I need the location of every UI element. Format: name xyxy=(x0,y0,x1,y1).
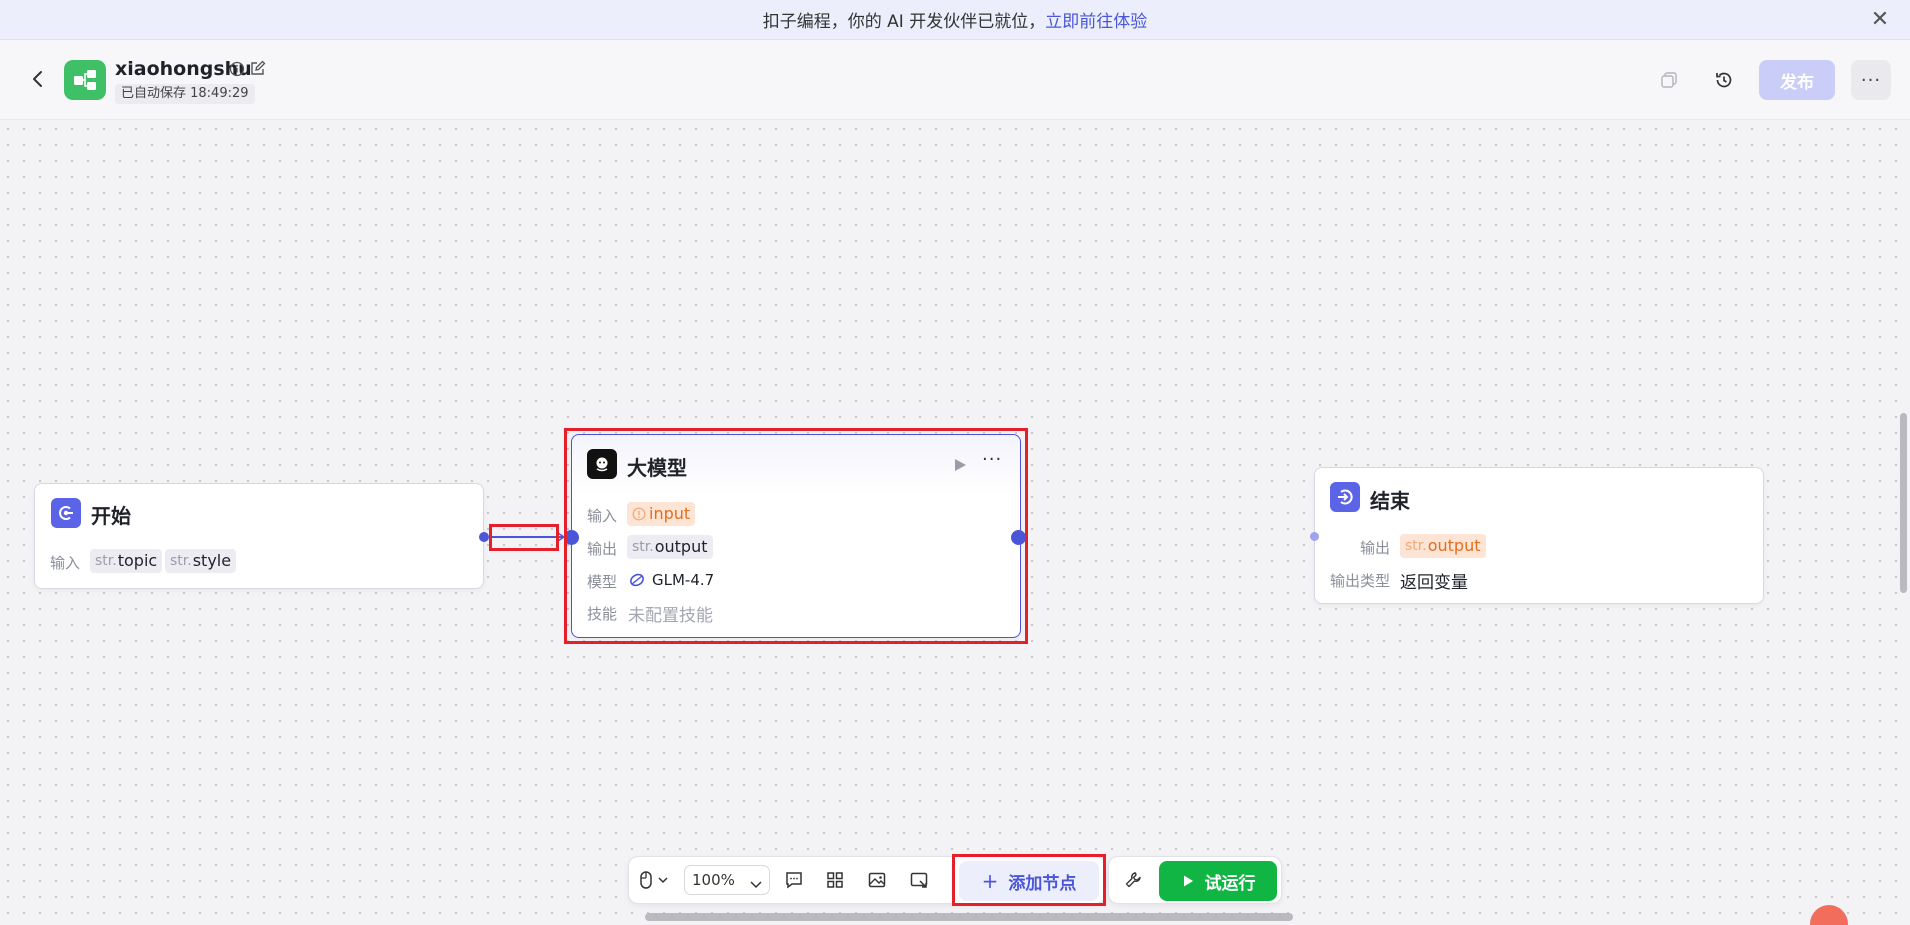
llm-input-handle[interactable] xyxy=(564,530,579,545)
end-input-handle[interactable] xyxy=(1310,532,1319,541)
param-prefix: str. xyxy=(95,553,117,569)
end-output-type-label: 输出类型 xyxy=(1330,572,1391,590)
autosave-status: 已自动保存 18:49:29 xyxy=(115,84,255,104)
llm-model-label: 模型 xyxy=(587,573,618,591)
node-start[interactable]: 开始 输入 str. topic str. style xyxy=(34,483,484,589)
add-node-button[interactable]: + 添加节点 xyxy=(959,861,1099,901)
llm-node-icon xyxy=(587,449,617,479)
add-node-label: 添加节点 xyxy=(1008,873,1077,894)
run-node-icon[interactable] xyxy=(952,457,968,473)
llm-skill-value: 未配置技能 xyxy=(628,606,713,626)
llm-output-handle[interactable] xyxy=(1011,530,1026,545)
glm-model-icon xyxy=(629,572,645,588)
end-node-icon xyxy=(1330,482,1360,512)
zoom-value: 100% xyxy=(692,871,735,889)
comment-icon[interactable] xyxy=(782,868,806,892)
param-prefix: str. xyxy=(170,553,192,569)
mouse-mode-icon[interactable] xyxy=(637,868,673,892)
info-icon[interactable] xyxy=(229,61,245,77)
llm-skill-label: 技能 xyxy=(587,605,618,623)
close-icon[interactable]: ✕ xyxy=(1868,8,1892,32)
vertical-scrollbar[interactable] xyxy=(1900,413,1907,593)
copy-icon[interactable] xyxy=(1654,65,1684,95)
more-menu-icon[interactable]: ··· xyxy=(1851,60,1891,100)
bottom-toolbar: 100% + 添加节点 试运行 xyxy=(628,854,1282,906)
chevron-down-icon xyxy=(749,872,763,900)
start-input-label: 输入 xyxy=(50,554,81,572)
image-icon[interactable] xyxy=(865,868,889,892)
plus-icon: + xyxy=(981,869,999,893)
start-node-title: 开始 xyxy=(91,504,131,528)
zoom-select[interactable]: 100% xyxy=(684,865,770,895)
publish-button[interactable]: 发布 xyxy=(1759,60,1835,100)
param-name: style xyxy=(192,551,232,570)
output-prefix: str. xyxy=(1405,538,1427,554)
start-node-icon xyxy=(51,498,81,528)
play-icon xyxy=(1183,875,1193,887)
minimap-icon[interactable] xyxy=(907,868,931,892)
end-output-value: output xyxy=(1427,536,1481,555)
connection-edge[interactable] xyxy=(488,526,568,548)
announcement-bar: 扣子编程，你的 AI 开发伙伴已就位， 立即前往体验 ✕ xyxy=(0,0,1910,40)
app-icon xyxy=(64,60,106,100)
llm-input-label: 输入 xyxy=(587,507,618,525)
llm-output-label: 输出 xyxy=(587,540,618,558)
end-output-type-value: 返回变量 xyxy=(1400,573,1468,593)
horizontal-scrollbar[interactable] xyxy=(645,913,1293,921)
llm-model-value: GLM-4.7 xyxy=(652,571,715,589)
try-run-button[interactable]: 试运行 xyxy=(1159,861,1277,901)
warning-icon xyxy=(632,507,646,521)
param-name: topic xyxy=(117,551,158,570)
node-end[interactable]: 结束 输出 str. output 输出类型 返回变量 xyxy=(1314,467,1764,604)
llm-input-value: input xyxy=(649,504,691,523)
node-llm[interactable]: 大模型 ··· 输入 input 输出 str. output 模型 GLM-4.… xyxy=(571,434,1021,638)
llm-output-value: output xyxy=(654,537,708,556)
end-output-tag: str. output xyxy=(1400,534,1486,558)
try-run-label: 试运行 xyxy=(1204,873,1256,894)
run-panel: 试运行 xyxy=(1108,856,1282,904)
history-icon[interactable] xyxy=(1709,65,1739,95)
layout-grid-icon[interactable] xyxy=(823,868,847,892)
param-tag-topic: str. topic xyxy=(90,549,163,573)
back-icon[interactable] xyxy=(26,67,50,91)
announcement-link[interactable]: 立即前往体验 xyxy=(1045,7,1147,32)
end-output-label: 输出 xyxy=(1360,539,1391,557)
wrench-icon[interactable] xyxy=(1121,868,1145,892)
node-more-icon[interactable]: ··· xyxy=(982,449,1006,473)
announcement-text: 扣子编程，你的 AI 开发伙伴已就位， xyxy=(762,12,1046,32)
output-prefix: str. xyxy=(632,539,654,555)
llm-output-tag: str. output xyxy=(627,535,713,559)
header: xiaohongshu 已自动保存 18:49:29 发布 ··· xyxy=(0,40,1910,120)
canvas-tools-panel: 100% + 添加节点 xyxy=(628,856,1106,904)
param-tag-style: str. style xyxy=(165,549,237,573)
edit-icon[interactable] xyxy=(250,60,266,76)
llm-node-title: 大模型 xyxy=(627,456,687,480)
llm-input-tag: input xyxy=(627,502,696,526)
end-node-title: 结束 xyxy=(1370,489,1410,513)
